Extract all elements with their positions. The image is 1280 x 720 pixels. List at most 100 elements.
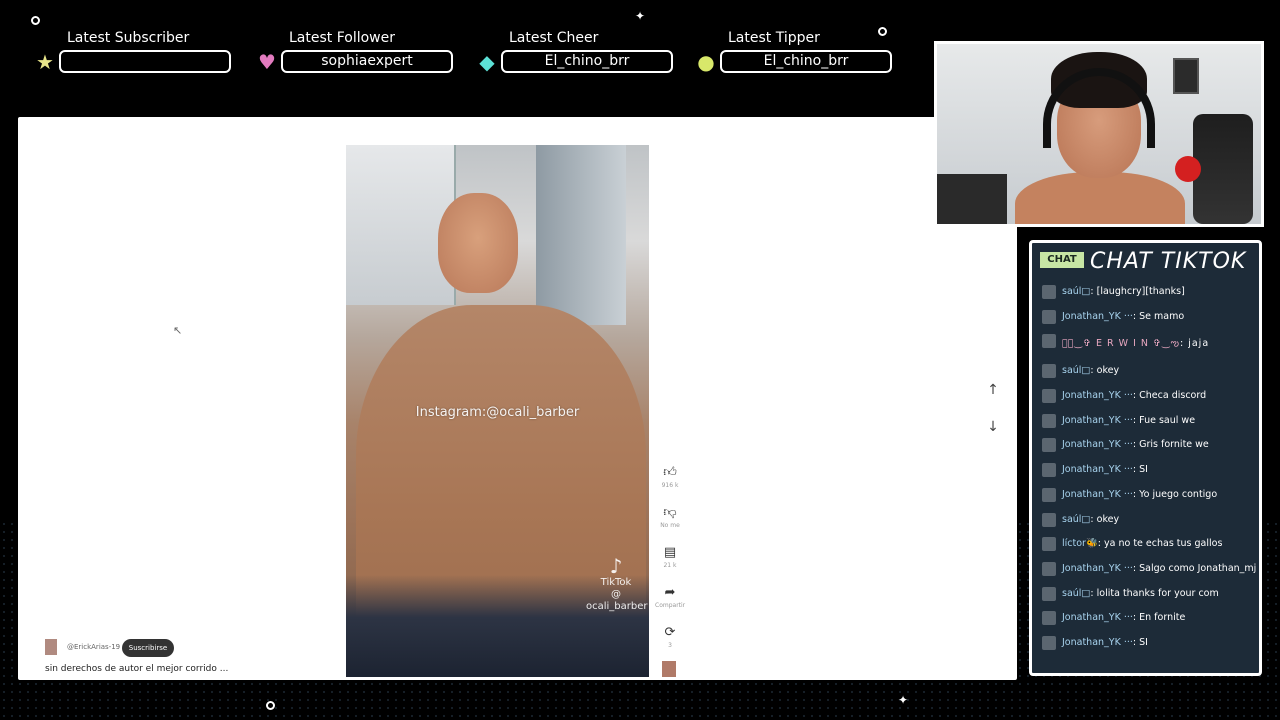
chat-message: Jonathan_YK ···: Fue saul we [1038, 412, 1259, 437]
chat-header: CHAT CHAT TIKTOK [1038, 249, 1258, 277]
chat-text: : Se mamo [1132, 310, 1185, 322]
chat-username: líctor🐝 [1062, 538, 1098, 550]
chat-username: saúl□ [1062, 513, 1091, 525]
chat-text: : lolita thanks for your com [1090, 587, 1219, 599]
avatar [1042, 438, 1056, 453]
channel-handle[interactable]: @ErickArias-19 [67, 643, 120, 651]
tiktok-handle: @ ocali_barber [586, 589, 648, 612]
video-caption[interactable]: sin derechos de autor el mejor corrido .… [45, 664, 228, 674]
avatar [1042, 334, 1056, 349]
chat-line: Jonathan_YK ···: SI [1062, 637, 1148, 649]
avatar [1042, 389, 1056, 404]
share-label: Compartir [655, 602, 686, 609]
chat-text: : okey [1090, 513, 1120, 525]
avatar [1042, 611, 1056, 626]
tiktok-watermark: ♪ TikTok @ ocali_barber [586, 555, 648, 613]
chat-line: saúl□: [laughcry][thanks] [1062, 286, 1185, 298]
alert-value: El_chino_brr [501, 50, 673, 73]
alert-title: Latest Tipper [728, 30, 820, 46]
chat-username: Jonathan_YK ··· [1062, 488, 1133, 500]
sparkle-decoration: ✦ [635, 9, 646, 23]
video-player[interactable]: Instagram:@ocali_barber ♪ TikTok @ ocali… [346, 145, 649, 677]
gem-icon: ◆ [479, 50, 495, 74]
mouse-pointer-icon: ↖ [173, 324, 183, 337]
chat-username: Jonathan_YK ··· [1062, 439, 1133, 451]
remix-count: 3 [668, 642, 672, 649]
microphone [1193, 114, 1253, 224]
avatar [1042, 463, 1056, 478]
chat-message: ఌ⃝‿✞ E R W I N ✞‿ఌ: jaja [1038, 332, 1259, 362]
chat-text: : En fornite [1132, 612, 1186, 624]
remix-icon: ⟳ [664, 625, 676, 640]
avatar [1042, 586, 1056, 601]
webcam-overlay [934, 41, 1264, 227]
avatar[interactable] [45, 639, 57, 655]
chat-username: Jonathan_YK ··· [1062, 636, 1133, 648]
video-watermark: Instagram:@ocali_barber [415, 405, 580, 420]
chat-message: Jonathan_YK ···: SI [1038, 461, 1259, 486]
chat-line: saúl□: okey [1062, 514, 1119, 526]
chat-message: Jonathan_YK ···: Se mamo [1038, 308, 1259, 333]
avatar [1042, 635, 1056, 650]
next-short-button[interactable]: ↓ [983, 419, 1003, 456]
comments-button[interactable]: ▤ 21 k [655, 544, 685, 584]
shorts-navigation: ↑ ↓ [983, 382, 1003, 456]
chat-text: : Fue saul we [1132, 414, 1196, 426]
like-icon: 👍︎ [663, 465, 677, 480]
chat-text: : Yo juego contigo [1132, 488, 1218, 500]
chat-username: Jonathan_YK ··· [1062, 414, 1133, 426]
avatar [1042, 364, 1056, 379]
alert-value: El_chino_brr [720, 50, 892, 73]
star-icon: ★ [36, 50, 54, 74]
like-button[interactable]: 👍︎ 916 k [655, 464, 685, 504]
chat-messages: saúl□: [laughcry][thanks] Jonathan_YK ···… [1038, 283, 1259, 659]
chat-text: : ya no te echas tus gallos [1097, 538, 1223, 550]
chat-line: saúl□: okey [1062, 365, 1119, 377]
wall-picture [1173, 58, 1199, 94]
subscribe-button[interactable]: Suscribirse [122, 639, 174, 657]
dislike-button[interactable]: 👎︎ No me [655, 504, 685, 544]
alert-title: Latest Subscriber [67, 30, 190, 46]
dislike-label: No me [660, 522, 680, 529]
chat-line: ఌ⃝‿✞ E R W I N ✞‿ఌ: jaja [1062, 338, 1209, 350]
alert-value: sophiaexpert [281, 50, 453, 73]
chat-text: : SI [1132, 636, 1148, 648]
sparkle-decoration [266, 701, 275, 710]
chat-message: saúl□: [laughcry][thanks] [1038, 283, 1259, 308]
chat-username: Jonathan_YK ··· [1062, 612, 1133, 624]
avatar [1042, 285, 1056, 299]
remix-button[interactable]: ⟳ 3 [655, 624, 685, 664]
coin-icon: ● [697, 50, 715, 74]
chat-message: Jonathan_YK ···: Yo juego contigo [1038, 486, 1259, 511]
video-actions: 👍︎ 916 k 👎︎ No me ▤ 21 k ➦ Compartir ⟳ 3 [655, 464, 685, 664]
chat-username: ఌ⃝‿✞ E R W I N ✞‿ఌ [1062, 338, 1180, 350]
comment-count: 21 k [663, 562, 677, 569]
chat-line: Jonathan_YK ···: Gris fornite we [1062, 439, 1209, 451]
chat-message: Jonathan_YK ···: Salgo como Jonathan_mj [1038, 560, 1259, 585]
share-button[interactable]: ➦ Compartir [655, 584, 685, 624]
streamer [1015, 52, 1185, 224]
chat-line: Jonathan_YK ···: Salgo como Jonathan_mj [1062, 563, 1256, 575]
chat-line: Jonathan_YK ···: Yo juego contigo [1062, 489, 1217, 501]
chat-text: : okey [1090, 365, 1120, 377]
previous-short-button[interactable]: ↑ [983, 382, 1003, 419]
chat-username: saúl□ [1062, 365, 1091, 377]
chat-message: saúl□: okey [1038, 362, 1259, 387]
alert-value [59, 50, 231, 73]
dislike-icon: 👎︎ [663, 505, 677, 520]
chat-text: : Checa discord [1132, 390, 1207, 402]
sound-thumbnail[interactable] [662, 661, 676, 677]
chat-message: Jonathan_YK ···: Checa discord [1038, 387, 1259, 412]
alert-title: Latest Follower [289, 30, 395, 46]
video-scene-head [438, 193, 518, 293]
chat-username: Jonathan_YK ··· [1062, 310, 1133, 322]
chat-badge: CHAT [1040, 252, 1084, 268]
avatar [1042, 537, 1056, 552]
chat-title: CHAT TIKTOK [1090, 249, 1247, 274]
chat-message: Jonathan_YK ···: SI [1038, 634, 1259, 659]
avatar [1042, 309, 1056, 324]
share-icon: ➦ [664, 585, 676, 600]
chat-message: Jonathan_YK ···: Gris fornite we [1038, 436, 1259, 461]
chat-text: : Salgo como Jonathan_mj [1132, 562, 1257, 574]
chat-username: saúl□ [1062, 286, 1091, 297]
